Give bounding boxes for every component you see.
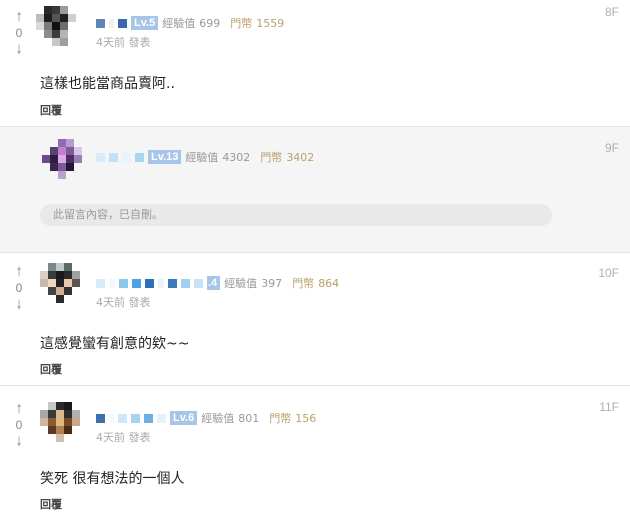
- user-info: .4 經驗值 397 門幣 864: [96, 275, 345, 291]
- exp-label: 經驗值: [162, 17, 196, 30]
- exp-value: 801: [238, 411, 260, 425]
- vote-count: 0: [15, 281, 23, 295]
- avatar[interactable]: [42, 139, 82, 183]
- coin-label: 門幣: [230, 17, 253, 30]
- level-badge: Lv.6: [170, 411, 198, 425]
- username-obscured[interactable]: [96, 278, 105, 288]
- level-badge: Lv.5: [131, 16, 159, 30]
- comment-8f: 🠕 0 🠗 Lv.5 經驗值 699 門幣 1559 4天前 發表 8F 這樣也…: [0, 0, 630, 127]
- exp-label: 經驗值: [201, 412, 235, 425]
- exp-label: 經驗值: [185, 151, 219, 164]
- user-info: Lv.6 經驗值 801 門幣 156: [96, 410, 322, 426]
- floor-number: 10F: [598, 266, 619, 280]
- avatar[interactable]: [40, 263, 80, 307]
- comment-text: 這樣也能當商品賣阿..: [40, 76, 175, 92]
- comment-11f: 🠕 0 🠗 Lv.6 經驗值 801 門幣 156 4天前 發表 11F 笑死 …: [0, 386, 630, 523]
- vote-widget: 🠕 0 🠗: [9, 402, 29, 448]
- arrow-up-icon[interactable]: 🠕: [9, 402, 29, 415]
- reply-button[interactable]: 回覆: [40, 361, 62, 377]
- post-time: 4天前 發表: [96, 431, 151, 444]
- user-info: Lv.13 經驗值 4302 門幣 3402: [96, 149, 320, 165]
- arrow-down-icon[interactable]: 🠗: [9, 435, 29, 448]
- coin-label: 門幣: [269, 412, 292, 425]
- floor-number: 9F: [604, 141, 619, 155]
- arrow-up-icon[interactable]: 🠕: [9, 265, 29, 278]
- coin-value: 156: [295, 411, 317, 425]
- coin-label: 門幣: [292, 277, 315, 290]
- user-info: Lv.5 經驗值 699 門幣 1559: [96, 15, 290, 31]
- avatar[interactable]: [36, 6, 76, 50]
- username-obscured[interactable]: [96, 413, 105, 423]
- coin-label: 門幣: [260, 151, 283, 164]
- post-time: 4天前 發表: [96, 296, 151, 309]
- comment-10f: 🠕 0 🠗 .4 經驗值 397 門幣 864 4天前 發表 10F 這感覺蠻有…: [0, 253, 630, 386]
- vote-count: 0: [15, 26, 23, 40]
- level-badge: Lv.13: [148, 150, 182, 164]
- comment-9f: Lv.13 經驗值 4302 門幣 3402 9F 此留言內容，已自刪。: [0, 127, 630, 253]
- exp-value: 397: [261, 276, 283, 290]
- coin-value: 864: [318, 276, 340, 290]
- vote-widget: 🠕 0 🠗: [9, 10, 29, 56]
- comment-text: 笑死 很有想法的一個人: [40, 471, 185, 487]
- arrow-up-icon[interactable]: 🠕: [9, 10, 29, 23]
- comment-text: 這感覺蠻有創意的欸~~: [40, 336, 190, 352]
- reply-button[interactable]: 回覆: [40, 102, 62, 118]
- exp-value: 699: [199, 16, 221, 30]
- username-obscured[interactable]: [96, 152, 105, 162]
- vote-count: 0: [15, 418, 23, 432]
- username-obscured[interactable]: [96, 18, 105, 28]
- floor-number: 11F: [599, 400, 619, 414]
- deleted-message: 此留言內容，已自刪。: [40, 204, 552, 226]
- arrow-down-icon[interactable]: 🠗: [9, 298, 29, 311]
- avatar[interactable]: [40, 402, 80, 446]
- coin-value: 3402: [286, 150, 315, 164]
- coin-value: 1559: [256, 16, 285, 30]
- level-badge: .4: [207, 276, 221, 290]
- post-time: 4天前 發表: [96, 36, 151, 49]
- exp-value: 4302: [222, 150, 251, 164]
- floor-number: 8F: [604, 5, 619, 19]
- arrow-down-icon[interactable]: 🠗: [9, 43, 29, 56]
- vote-widget: 🠕 0 🠗: [9, 265, 29, 311]
- exp-label: 經驗值: [224, 277, 258, 290]
- reply-button[interactable]: 回覆: [40, 496, 62, 512]
